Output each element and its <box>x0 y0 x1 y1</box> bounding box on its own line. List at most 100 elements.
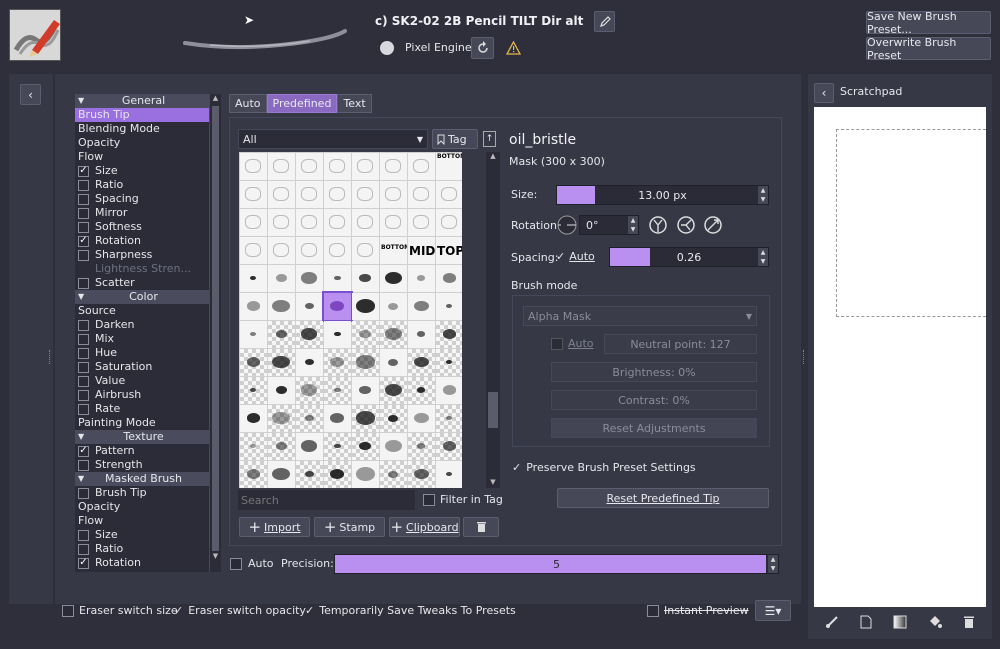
brush-tip-cell[interactable] <box>436 209 462 236</box>
brush-tip-cell[interactable] <box>436 461 462 488</box>
option-checkbox[interactable] <box>78 361 89 373</box>
brush-tip-cell[interactable] <box>352 461 379 488</box>
option-checkbox[interactable] <box>78 459 89 471</box>
brush-tip-cell[interactable] <box>268 293 295 320</box>
search-input[interactable] <box>238 490 415 510</box>
brush-preset-thumbnail[interactable] <box>9 9 61 61</box>
brush-tip-cell[interactable] <box>436 405 462 432</box>
option-checkbox[interactable]: ✓ <box>78 557 89 569</box>
brush-tip-cell[interactable] <box>240 349 267 376</box>
scroll-up-arrow-icon[interactable]: ▲ <box>210 94 221 105</box>
brush-tip-cell[interactable] <box>324 237 351 264</box>
brush-tip-cell[interactable] <box>324 153 351 180</box>
import-tag-icon[interactable]: ↑ <box>483 131 496 147</box>
option-item[interactable]: ✓ Pattern <box>75 444 209 458</box>
option-checkbox[interactable] <box>78 179 89 191</box>
scratchpad-canvas[interactable] <box>814 107 986 607</box>
brush-tip-cell[interactable] <box>324 433 351 460</box>
brush-icon[interactable] <box>825 615 839 629</box>
brush-tip-cell[interactable] <box>240 265 267 292</box>
rotate-cw-icon[interactable] <box>676 215 696 235</box>
brush-tip-cell[interactable] <box>268 209 295 236</box>
brush-tip-cell[interactable] <box>352 433 379 460</box>
brush-tip-cell[interactable] <box>268 377 295 404</box>
brush-tip-cell[interactable] <box>268 433 295 460</box>
option-checkbox[interactable] <box>78 319 89 331</box>
brush-tip-cell[interactable] <box>296 237 323 264</box>
precision-auto-checkbox[interactable] <box>230 557 242 570</box>
brush-tip-cell[interactable] <box>352 209 379 236</box>
collapse-arrow-icon[interactable]: ▼ <box>78 94 84 108</box>
filter-in-tag-toggle[interactable]: Filter in Tag <box>423 493 503 506</box>
instant-preview-toggle[interactable]: Instant Preview <box>647 604 749 617</box>
option-item[interactable]: Saturation <box>75 360 209 374</box>
brush-tip-cell[interactable]: MID <box>408 237 435 264</box>
brush-tip-cell[interactable] <box>408 349 435 376</box>
grid-scroll-down-icon[interactable]: ▼ <box>486 478 500 488</box>
rotation-dial[interactable] <box>557 215 577 235</box>
option-item[interactable]: Mi... <box>75 570 209 572</box>
option-item[interactable]: ✓ Size <box>75 164 209 178</box>
brush-tip-cell[interactable] <box>436 321 462 348</box>
brush-tip-cell[interactable] <box>380 265 407 292</box>
brush-tip-cell[interactable] <box>380 321 407 348</box>
option-checkbox[interactable] <box>78 347 89 359</box>
brush-tip-cell[interactable] <box>240 181 267 208</box>
precision-spinner[interactable]: ▲ ▼ <box>767 555 778 573</box>
eraser-size-checkbox[interactable] <box>62 604 74 617</box>
option-checkbox[interactable] <box>78 389 89 401</box>
brush-tip-cell[interactable] <box>380 461 407 488</box>
brush-tip-cell[interactable] <box>324 405 351 432</box>
option-item[interactable]: Hue <box>75 346 209 360</box>
option-item[interactable]: Mirror <box>75 206 209 220</box>
option-checkbox[interactable] <box>78 277 89 289</box>
brush-tip-cell[interactable] <box>408 209 435 236</box>
option-checkbox[interactable]: ✓ <box>78 235 89 247</box>
brush-tip-cell[interactable] <box>436 293 462 320</box>
spacing-auto-toggle[interactable]: ✓ Auto <box>556 250 595 263</box>
brush-tip-cell[interactable] <box>408 377 435 404</box>
option-item[interactable]: Opacity <box>75 136 209 150</box>
option-item[interactable]: ✓ Rotation <box>75 234 209 248</box>
brush-tip-cell[interactable]: BOTTOM <box>380 237 407 264</box>
option-item[interactable]: Brush Tip <box>75 486 209 500</box>
brush-tip-cell[interactable] <box>296 265 323 292</box>
spin-up-icon[interactable]: ▲ <box>631 217 636 224</box>
reload-engine-button[interactable] <box>471 37 494 59</box>
spin-down-icon[interactable]: ▼ <box>631 226 636 233</box>
brush-tip-cell[interactable] <box>296 181 323 208</box>
brush-tip-cell[interactable] <box>436 181 462 208</box>
spacing-spinner[interactable]: ▲ ▼ <box>757 248 768 266</box>
brush-tip-cell[interactable] <box>296 461 323 488</box>
option-item[interactable]: Scatter <box>75 276 209 290</box>
brush-tip-cell[interactable] <box>240 321 267 348</box>
brush-tip-cell[interactable] <box>380 293 407 320</box>
brush-tip-cell[interactable] <box>324 377 351 404</box>
option-item[interactable]: Ratio <box>75 178 209 192</box>
option-checkbox[interactable] <box>78 571 89 572</box>
tag-button[interactable]: Tag <box>432 129 478 149</box>
option-checkbox[interactable]: ✓ <box>78 165 89 177</box>
brush-tip-cell[interactable] <box>352 181 379 208</box>
brush-tip-cell[interactable] <box>296 321 323 348</box>
spacing-slider[interactable]: 0.26 ▲ ▼ <box>609 247 769 267</box>
filter-in-tag-checkbox[interactable] <box>423 493 435 506</box>
option-checkbox[interactable] <box>78 221 89 233</box>
option-item[interactable]: Flow <box>75 150 209 164</box>
tab-auto[interactable]: Auto <box>229 94 267 113</box>
size-slider[interactable]: 13.00 px ▲ ▼ <box>556 185 769 205</box>
brush-tip-cell[interactable] <box>436 265 462 292</box>
brush-tip-cell[interactable]: BOTTOM <box>436 153 462 180</box>
brush-tip-cell[interactable] <box>268 265 295 292</box>
size-spinner[interactable]: ▲ ▼ <box>757 186 768 204</box>
brush-tip-cell[interactable] <box>380 153 407 180</box>
brush-tip-cell[interactable] <box>268 321 295 348</box>
option-item[interactable]: Ratio <box>75 542 209 556</box>
brush-tip-cell[interactable] <box>296 293 323 320</box>
brush-tip-cell[interactable] <box>324 209 351 236</box>
brush-tip-cell[interactable] <box>408 181 435 208</box>
brush-tip-cell[interactable] <box>296 153 323 180</box>
reset-adjustments-button[interactable]: Reset Adjustments <box>551 418 757 438</box>
eraser-size-toggle[interactable]: Eraser switch size <box>62 604 178 617</box>
scroll-thumb[interactable] <box>212 106 219 551</box>
